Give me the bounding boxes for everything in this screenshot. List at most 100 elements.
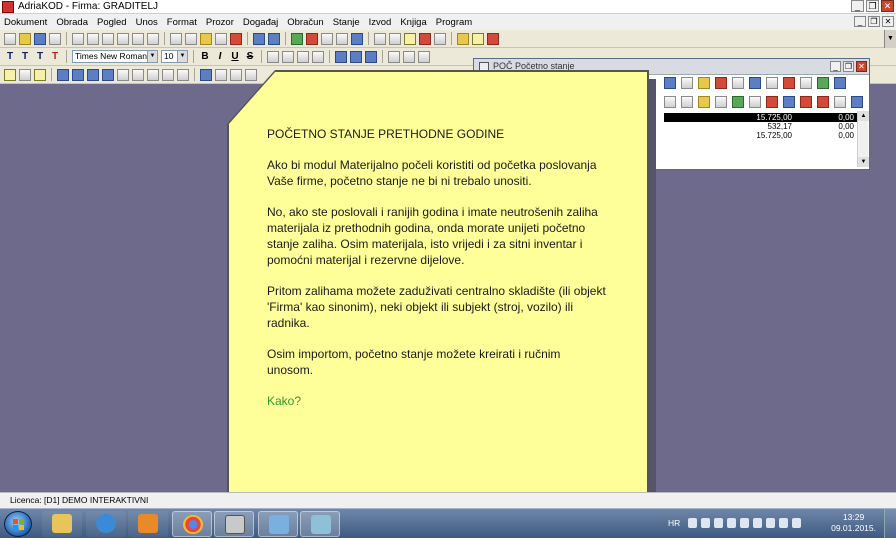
frame-4-icon[interactable] [245, 68, 257, 81]
child-minimize-button[interactable]: _ [830, 61, 841, 72]
table-icon[interactable] [749, 96, 761, 108]
taskbar-explorer[interactable] [42, 511, 82, 537]
table-row[interactable]: 15.725,00 0,00 [664, 131, 857, 140]
underline-button[interactable]: U [229, 51, 241, 62]
preview-icon[interactable] [72, 32, 84, 45]
eraser-icon[interactable] [418, 50, 430, 63]
taskbar-adriakod[interactable] [214, 511, 254, 537]
chevron-down-icon[interactable]: ▼ [147, 51, 157, 62]
page-number-icon[interactable] [132, 32, 144, 45]
mdi-close-button[interactable]: ✕ [882, 16, 894, 27]
menu-prozor[interactable]: Prozor [206, 17, 234, 28]
menu-unos[interactable]: Unos [136, 17, 158, 28]
font-name-select[interactable]: Times New Roman ▼ [72, 50, 158, 63]
tray-shield-icon[interactable] [714, 518, 723, 528]
menu-program[interactable]: Program [436, 17, 472, 28]
scroll-up-icon[interactable]: ▲ [858, 111, 869, 121]
paste-special-icon[interactable] [215, 32, 227, 45]
taskbar-app-2[interactable] [258, 511, 298, 537]
person-icon[interactable] [732, 96, 744, 108]
justify-icon[interactable] [312, 50, 324, 63]
chart-icon[interactable] [715, 77, 727, 89]
search-icon[interactable] [404, 32, 416, 45]
paragraph-icon[interactable] [19, 68, 31, 81]
tools-icon[interactable] [434, 32, 446, 45]
tray-usb-icon[interactable] [753, 518, 762, 528]
mail-icon[interactable] [321, 32, 333, 45]
menu-dogadaj[interactable]: Događaj [243, 17, 278, 28]
child-close-button[interactable]: ✕ [856, 61, 867, 72]
tray-volume-icon[interactable] [792, 518, 801, 528]
tag-icon[interactable] [783, 77, 795, 89]
vertical-scrollbar[interactable]: ▲ ▼ [857, 111, 869, 167]
show-desktop-button[interactable] [884, 509, 896, 538]
menu-format[interactable]: Format [167, 17, 197, 28]
numbering-3-icon[interactable] [87, 68, 99, 81]
exit-icon[interactable] [487, 32, 499, 45]
italic-button[interactable]: I [214, 51, 226, 62]
card-icon[interactable] [336, 32, 348, 45]
bullet-list-2-icon[interactable] [147, 68, 159, 81]
copy-icon[interactable] [185, 32, 197, 45]
mdi-minimize-button[interactable]: _ [854, 16, 866, 27]
building-icon[interactable] [817, 96, 829, 108]
valign-top-icon[interactable] [365, 50, 377, 63]
list-icon[interactable] [351, 32, 363, 45]
strikethrough-button[interactable]: S [244, 51, 256, 62]
scroll-down-icon[interactable]: ▼ [858, 157, 869, 167]
tray-flag-icon[interactable] [766, 518, 775, 528]
home-icon[interactable] [306, 32, 318, 45]
phone-icon[interactable] [766, 77, 778, 89]
numbering-4-icon[interactable] [102, 68, 114, 81]
undo-icon[interactable] [749, 77, 761, 89]
redo-icon[interactable] [268, 32, 280, 45]
minimize-button[interactable]: _ [851, 0, 864, 12]
window-icon[interactable] [374, 32, 386, 45]
list-icon[interactable] [664, 96, 676, 108]
start-button[interactable] [4, 511, 32, 537]
pen-icon[interactable] [403, 50, 415, 63]
tray-monitor-icon[interactable] [779, 518, 788, 528]
how-to-link[interactable]: Kako? [267, 393, 607, 409]
note-icon[interactable] [472, 32, 484, 45]
balance-grid[interactable]: 15.725,00 0,00 532,17 0,00 15.725,00 0,0… [664, 113, 857, 140]
valign-bottom-icon[interactable] [335, 50, 347, 63]
tray-app-icon[interactable] [688, 518, 697, 528]
cut-icon[interactable] [170, 32, 182, 45]
car-icon[interactable] [389, 32, 401, 45]
find-icon[interactable] [102, 32, 114, 45]
calculator-icon[interactable] [817, 77, 829, 89]
taskbar-ie[interactable] [86, 511, 126, 537]
valign-middle-icon[interactable] [350, 50, 362, 63]
stop-icon[interactable] [419, 32, 431, 45]
tray-windows-icon[interactable] [701, 518, 710, 528]
page-icon[interactable] [117, 32, 129, 45]
language-indicator[interactable]: HR [668, 518, 680, 528]
grid-icon[interactable] [681, 77, 693, 89]
refresh-icon[interactable] [291, 32, 303, 45]
clock[interactable]: 13:29 09.01.2015. [831, 512, 876, 534]
table-row[interactable]: 15.725,00 0,00 [664, 113, 857, 122]
truck-icon[interactable] [766, 96, 778, 108]
bullet-list-3-icon[interactable] [162, 68, 174, 81]
maximize-button[interactable]: ❐ [866, 0, 879, 12]
menu-knjiga[interactable]: Knjiga [400, 17, 426, 28]
text-style-2[interactable]: T [19, 51, 31, 62]
numbering-icon[interactable] [57, 68, 69, 81]
add-icon[interactable] [715, 96, 727, 108]
align-right-icon[interactable] [297, 50, 309, 63]
menu-obrada[interactable]: Obrada [56, 17, 88, 28]
export-icon[interactable] [851, 96, 863, 108]
edit-icon[interactable] [681, 96, 693, 108]
font-size-select[interactable]: 10 ▼ [161, 50, 188, 63]
bold-button[interactable]: B [199, 51, 211, 62]
menu-obracun[interactable]: Obračun [287, 17, 323, 28]
open-folder-icon[interactable] [19, 32, 31, 45]
frame-2-icon[interactable] [215, 68, 227, 81]
print-icon[interactable] [49, 32, 61, 45]
align-center-icon[interactable] [282, 50, 294, 63]
help-icon[interactable] [457, 32, 469, 45]
ruler-icon[interactable] [4, 68, 16, 81]
key-icon[interactable] [698, 96, 710, 108]
child-maximize-button[interactable]: ❐ [843, 61, 854, 72]
